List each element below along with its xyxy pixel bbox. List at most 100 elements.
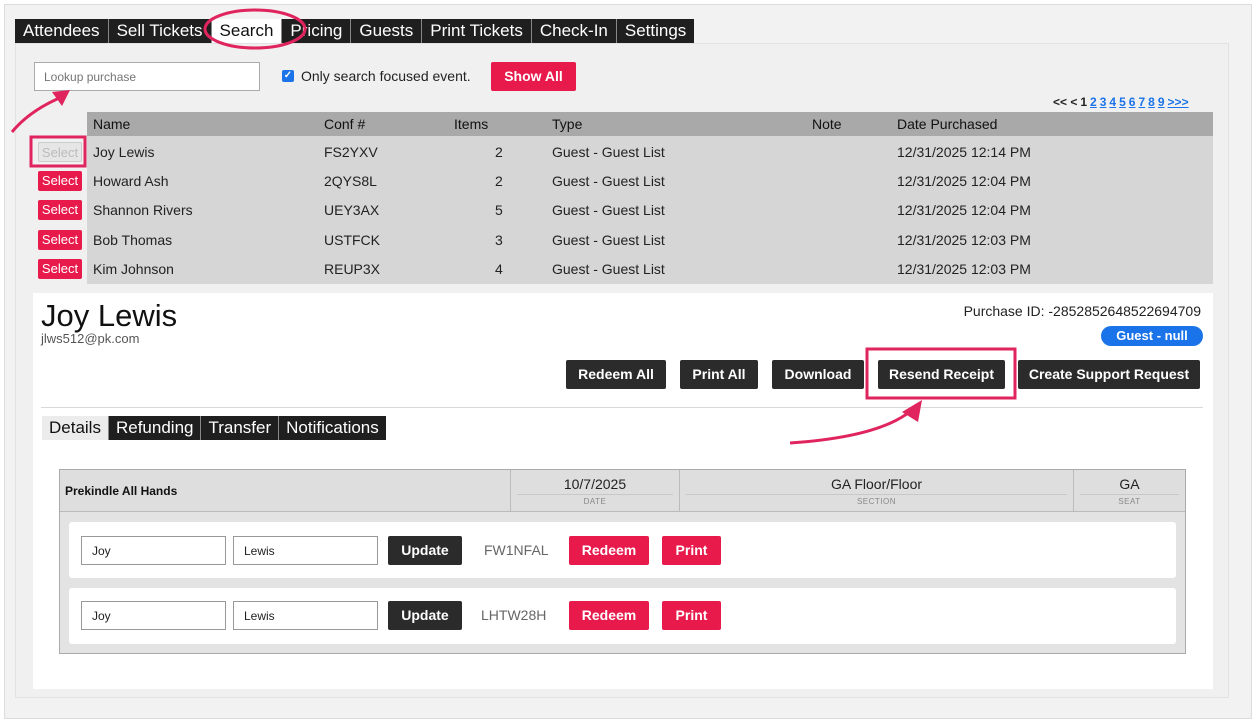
customer-email: jlws512@pk.com (41, 331, 140, 346)
print-button[interactable]: Print (662, 536, 721, 565)
row-type: Guest - Guest List (552, 232, 665, 248)
only-focused-event-option[interactable]: ✓ Only search focused event. (282, 68, 471, 84)
pager-next[interactable]: >>> (1168, 95, 1189, 109)
seat-column: GA SEAT (1073, 470, 1185, 512)
section-column: GA Floor/Floor SECTION (679, 470, 1073, 512)
section-label: SECTION (686, 494, 1067, 506)
select-button[interactable]: Select (38, 142, 82, 162)
customer-name: Joy Lewis (41, 298, 178, 333)
ticket-code: LHTW28H (481, 607, 547, 623)
header-type: Type (552, 116, 583, 132)
header-conf: Conf # (324, 116, 366, 132)
select-button[interactable]: Select (38, 230, 82, 250)
pager-link[interactable]: 9 (1158, 95, 1165, 109)
event-date: 10/7/2025 (563, 476, 627, 492)
event-name: Prekindle All Hands (65, 484, 178, 498)
event-section: GA Floor/Floor (830, 476, 923, 492)
tab-pricing[interactable]: Pricing (282, 19, 352, 43)
pager-current: 1 (1080, 95, 1088, 109)
tab-check-in[interactable]: Check-In (532, 19, 617, 43)
results-header-row: Name Conf # Items Type Note Date Purchas… (87, 112, 1213, 136)
pager-link[interactable]: 5 (1119, 95, 1126, 109)
only-focused-event-label: Only search focused event. (301, 68, 471, 84)
header-date: Date Purchased (897, 116, 998, 132)
row-type: Guest - Guest List (552, 144, 665, 160)
print-button[interactable]: Print (662, 601, 721, 630)
tab-print-tickets[interactable]: Print Tickets (422, 19, 532, 43)
row-date: 12/31/2025 12:03 PM (897, 232, 1031, 248)
date-column: 10/7/2025 DATE (510, 470, 679, 512)
pager-link[interactable]: 2 (1090, 95, 1097, 109)
row-conf: 2QYS8L (324, 173, 377, 189)
row-items: 2 (495, 173, 503, 189)
select-button[interactable]: Select (38, 171, 82, 191)
table-row[interactable]: Select Kim Johnson REUP3X 4 Guest - Gues… (30, 254, 1213, 283)
row-type: Guest - Guest List (552, 173, 665, 189)
table-row[interactable]: Select Joy Lewis FS2YXV 2 Guest - Guest … (30, 137, 1213, 166)
row-date: 12/31/2025 12:03 PM (897, 261, 1031, 277)
create-support-request-button[interactable]: Create Support Request (1018, 360, 1200, 389)
row-date: 12/31/2025 12:04 PM (897, 173, 1031, 189)
pager-link[interactable]: 8 (1148, 95, 1155, 109)
pager-prev[interactable]: << < (1053, 95, 1077, 109)
row-items: 5 (495, 202, 503, 218)
pager-link[interactable]: 7 (1138, 95, 1145, 109)
header-items: Items (454, 116, 489, 132)
divider (41, 407, 1203, 408)
row-name: Shannon Rivers (93, 202, 193, 218)
detail-tab-bar: Details Refunding Transfer Notifications (42, 416, 386, 440)
update-button[interactable]: Update (388, 536, 462, 565)
redeem-button[interactable]: Redeem (569, 601, 649, 630)
last-name-field[interactable] (233, 536, 378, 565)
row-conf: REUP3X (324, 261, 381, 277)
header-note: Note (812, 116, 842, 132)
select-button[interactable]: Select (38, 259, 82, 279)
date-label: DATE (517, 494, 673, 506)
tab-refunding[interactable]: Refunding (109, 416, 202, 440)
resend-receipt-button[interactable]: Resend Receipt (878, 360, 1005, 389)
tab-sell-tickets[interactable]: Sell Tickets (109, 19, 212, 43)
show-all-button[interactable]: Show All (491, 62, 576, 91)
tab-search[interactable]: Search (211, 19, 283, 43)
print-all-button[interactable]: Print All (680, 360, 758, 389)
tab-transfer[interactable]: Transfer (201, 416, 280, 440)
row-date: 12/31/2025 12:14 PM (897, 144, 1031, 160)
tab-notifications[interactable]: Notifications (279, 416, 386, 440)
select-button[interactable]: Select (38, 200, 82, 220)
row-name: Howard Ash (93, 173, 169, 189)
first-name-field[interactable] (81, 536, 226, 565)
seat-label: SEAT (1080, 494, 1179, 506)
row-items: 3 (495, 232, 503, 248)
main-tab-bar: Attendees Sell Tickets Search Pricing Gu… (15, 19, 695, 43)
first-name-field[interactable] (81, 601, 226, 630)
pager-link[interactable]: 3 (1100, 95, 1107, 109)
pager-link[interactable]: 6 (1129, 95, 1136, 109)
row-conf: FS2YXV (324, 144, 378, 160)
tab-settings[interactable]: Settings (617, 19, 694, 43)
row-type: Guest - Guest List (552, 261, 665, 277)
row-items: 2 (495, 144, 503, 160)
tab-details[interactable]: Details (42, 416, 109, 440)
ticket-code: FW1NFAL (484, 542, 549, 558)
row-conf: USTFCK (324, 232, 380, 248)
row-items: 4 (495, 261, 503, 277)
purchase-id: Purchase ID: -2852852648522694709 (963, 303, 1201, 319)
last-name-field[interactable] (233, 601, 378, 630)
row-name: Joy Lewis (93, 144, 155, 160)
status-badge: Guest - null (1101, 326, 1203, 346)
pager-link[interactable]: 4 (1109, 95, 1116, 109)
lookup-purchase-input[interactable] (34, 62, 260, 91)
row-name: Kim Johnson (93, 261, 174, 277)
tab-guests[interactable]: Guests (351, 19, 423, 43)
table-row[interactable]: Select Bob Thomas USTFCK 3 Guest - Guest… (30, 225, 1213, 254)
table-row[interactable]: Select Howard Ash 2QYS8L 2 Guest - Guest… (30, 166, 1213, 195)
update-button[interactable]: Update (388, 601, 462, 630)
pagination: << < 1 2 3 4 5 6 7 8 9 >>> (1053, 95, 1189, 109)
tab-attendees[interactable]: Attendees (15, 19, 109, 43)
redeem-button[interactable]: Redeem (569, 536, 649, 565)
download-button[interactable]: Download (772, 360, 864, 389)
redeem-all-button[interactable]: Redeem All (566, 360, 666, 389)
checkbox-checked-icon[interactable]: ✓ (282, 70, 294, 82)
header-name: Name (93, 116, 131, 132)
table-row[interactable]: Select Shannon Rivers UEY3AX 5 Guest - G… (30, 195, 1213, 224)
